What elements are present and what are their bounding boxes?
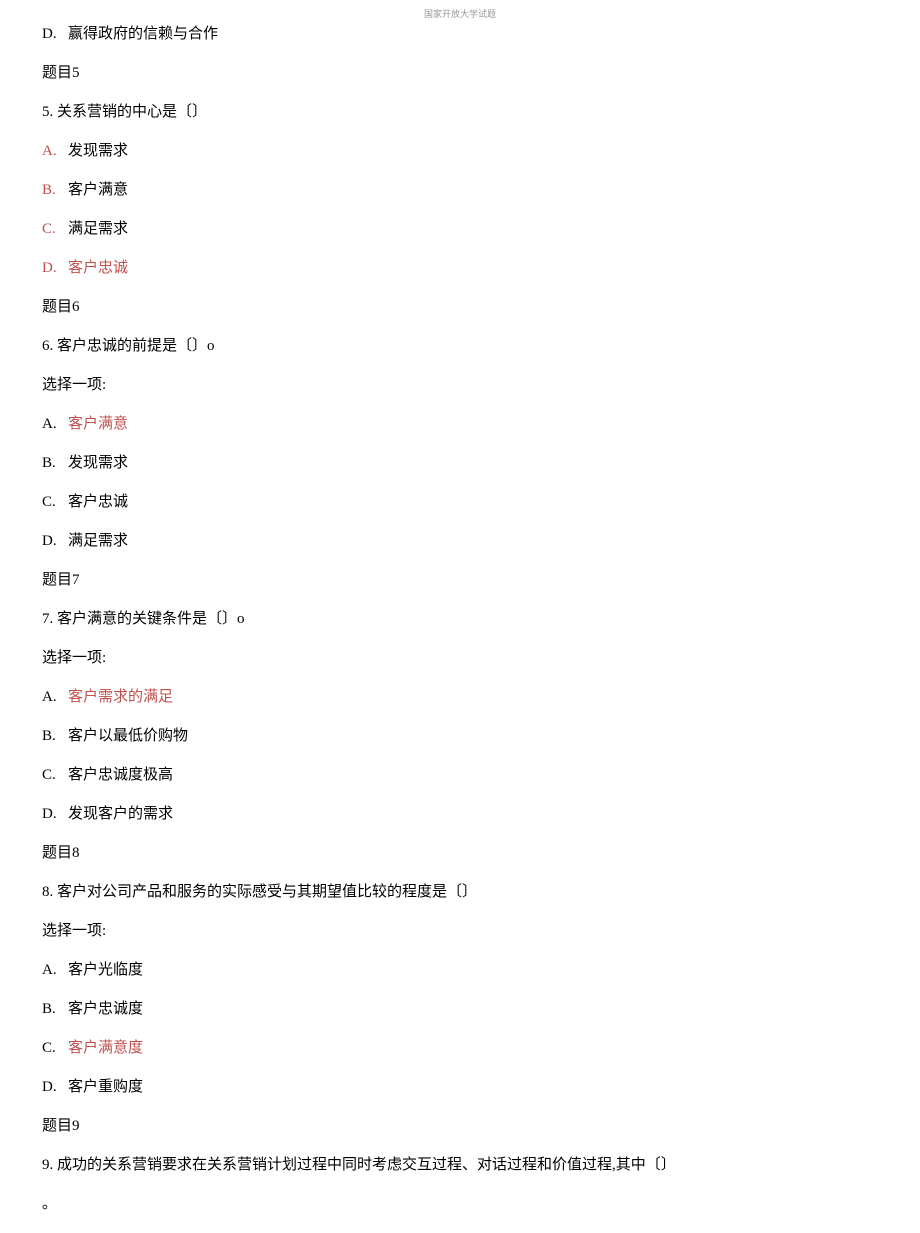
option-line: A.发现需求 [42, 141, 878, 162]
option-letter: A. [42, 414, 68, 435]
option-letter: C. [42, 765, 68, 786]
watermark-text: 国家开放大学试题 [424, 8, 496, 21]
option-letter: D. [42, 258, 68, 279]
option-letter: D. [42, 531, 68, 552]
option-text: 客户忠诚 [68, 260, 128, 276]
option-line: C.满足需求 [42, 219, 878, 240]
question-stem: 6. 客户忠诚的前提是〔〕o [42, 336, 878, 357]
question-stem: 5. 关系营销的中心是〔〕 [42, 102, 878, 123]
option-text: 发现需求 [68, 143, 128, 159]
option-letter: C. [42, 492, 68, 513]
option-letter: C. [42, 1038, 68, 1059]
question-heading: 题目6 [42, 297, 878, 318]
option-line: A.客户需求的满足 [42, 687, 878, 708]
question-heading: 题目7 [42, 570, 878, 591]
option-text: 客户光临度 [68, 962, 143, 978]
option-line: A.客户光临度 [42, 960, 878, 981]
option-line: B.客户以最低价购物 [42, 726, 878, 747]
option-line: D.客户重购度 [42, 1077, 878, 1098]
option-text: 发现需求 [68, 455, 128, 471]
question-heading: 题目8 [42, 843, 878, 864]
option-letter: A. [42, 687, 68, 708]
option-line: A.客户满意 [42, 414, 878, 435]
option-line: C.客户忠诚度极高 [42, 765, 878, 786]
option-text: 满足需求 [68, 533, 128, 549]
option-line: D.发现客户的需求 [42, 804, 878, 825]
text-line: 选择一项: [42, 921, 878, 942]
option-text: 客户满意度 [68, 1040, 143, 1056]
option-text: 满足需求 [68, 221, 128, 237]
question-stem: 9. 成功的关系营销要求在关系营销计划过程中同时考虑交互过程、对话过程和价值过程… [42, 1155, 878, 1176]
option-text: 客户忠诚度 [68, 1001, 143, 1017]
question-heading: 题目9 [42, 1116, 878, 1137]
option-letter: A. [42, 960, 68, 981]
option-letter: B. [42, 999, 68, 1020]
option-letter: B. [42, 726, 68, 747]
option-letter: D. [42, 24, 68, 45]
option-text: 客户忠诚度极高 [68, 767, 173, 783]
question-stem: 7. 客户满意的关键条件是〔〕o [42, 609, 878, 630]
option-text: 赢得政府的信赖与合作 [68, 26, 218, 42]
option-text: 客户以最低价购物 [68, 728, 188, 744]
option-line: B.客户忠诚度 [42, 999, 878, 1020]
option-text: 客户重购度 [68, 1079, 143, 1095]
option-text: 发现客户的需求 [68, 806, 173, 822]
option-line: B.客户满意 [42, 180, 878, 201]
document-body: D.赢得政府的信赖与合作题目55. 关系营销的中心是〔〕A.发现需求B.客户满意… [42, 0, 878, 1215]
option-text: 客户需求的满足 [68, 689, 173, 705]
option-line: D.客户忠诚 [42, 258, 878, 279]
option-text: 客户忠诚 [68, 494, 128, 510]
question-stem: 8. 客户对公司产品和服务的实际感受与其期望值比较的程度是〔〕 [42, 882, 878, 903]
option-line: B.发现需求 [42, 453, 878, 474]
option-letter: A. [42, 141, 68, 162]
option-line: C.客户满意度 [42, 1038, 878, 1059]
text-line: 选择一项: [42, 375, 878, 396]
option-letter: D. [42, 804, 68, 825]
text-line: 选择一项: [42, 648, 878, 669]
question-heading: 题目5 [42, 63, 878, 84]
option-letter: C. [42, 219, 68, 240]
option-line: C.客户忠诚 [42, 492, 878, 513]
text-line: 。 [42, 1194, 878, 1215]
option-letter: B. [42, 180, 68, 201]
option-text: 客户满意 [68, 416, 128, 432]
option-letter: D. [42, 1077, 68, 1098]
option-letter: B. [42, 453, 68, 474]
option-line: D.赢得政府的信赖与合作 [42, 24, 878, 45]
option-line: D.满足需求 [42, 531, 878, 552]
option-text: 客户满意 [68, 182, 128, 198]
